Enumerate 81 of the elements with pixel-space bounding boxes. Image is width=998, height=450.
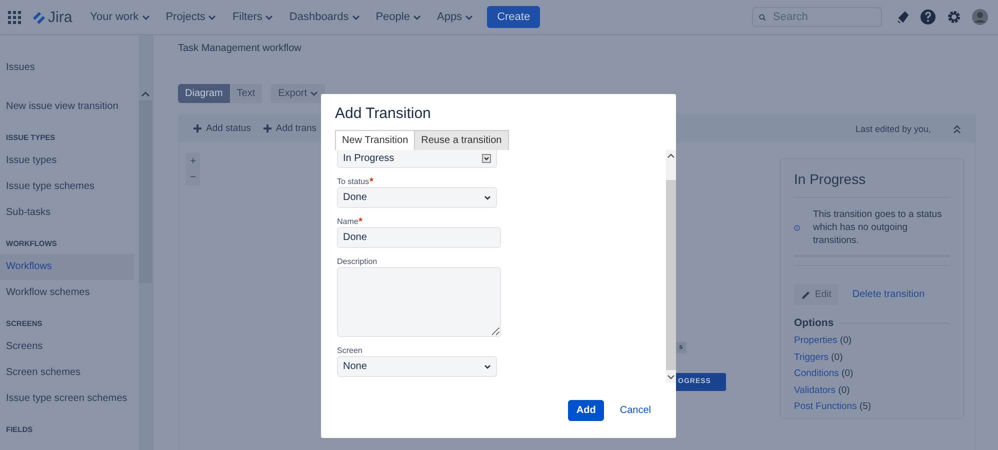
- view-tab[interactable]: Text: [230, 84, 262, 103]
- nav-menu[interactable]: Projects: [158, 6, 224, 28]
- edit-button[interactable]: Edit: [794, 284, 838, 305]
- chevron-down-icon: [465, 14, 474, 20]
- dialog-title: Add Transition: [335, 105, 432, 124]
- option-link[interactable]: Validators: [794, 384, 836, 396]
- chevron-down-icon: [265, 14, 274, 20]
- create-button[interactable]: Create: [487, 6, 540, 28]
- last-edited-text: Last edited by you,: [855, 124, 931, 134]
- sidebar-title[interactable]: Issues: [0, 55, 134, 81]
- option-count: (0): [831, 352, 843, 362]
- plus-icon: [193, 124, 202, 133]
- option-link[interactable]: Conditions: [794, 368, 839, 379]
- sidebar-item[interactable]: Workflows: [0, 254, 134, 280]
- scroll-up-icon: [141, 91, 150, 97]
- view-tab[interactable]: Diagram: [178, 84, 230, 103]
- jira-logo[interactable]: Jira: [31, 8, 72, 26]
- option-link[interactable]: Properties: [794, 335, 838, 346]
- option-count: (0): [842, 368, 854, 379]
- sidebar-item[interactable]: Screens: [0, 334, 134, 360]
- details-title: In Progress: [794, 171, 950, 198]
- dialog-tab[interactable]: New Transition: [335, 130, 414, 150]
- option-count: (0): [840, 335, 852, 346]
- nav-menu[interactable]: Apps: [428, 6, 482, 28]
- collapse-icon: [953, 124, 961, 134]
- select-field[interactable]: None: [337, 356, 497, 377]
- scrollbar[interactable]: [666, 150, 676, 383]
- export-button[interactable]: Export: [271, 84, 326, 103]
- field-label: Description: [337, 257, 378, 266]
- text-field[interactable]: Done: [337, 227, 501, 248]
- scroll-down-icon: [667, 374, 675, 380]
- logo-mark-icon: [31, 10, 45, 24]
- sidebar-item[interactable]: New issue view transition: [0, 94, 134, 120]
- dropdown-icon: [482, 154, 491, 163]
- pencil-icon: [801, 290, 811, 300]
- page-title: Task Management workflow: [178, 43, 302, 55]
- description-field[interactable]: [337, 267, 501, 337]
- option-count: (0): [838, 384, 850, 396]
- option-link[interactable]: Triggers: [794, 352, 828, 362]
- field-label: To status: [337, 177, 370, 186]
- chevron-down-icon: [208, 14, 216, 20]
- select-field[interactable]: Done: [337, 187, 497, 208]
- settings-icon: [946, 9, 962, 25]
- nav-menu[interactable]: Filters: [224, 6, 282, 28]
- field-label: Screen: [337, 346, 362, 355]
- field-label: Name: [337, 217, 358, 226]
- chevron-down-icon: [484, 364, 491, 369]
- cancel-link[interactable]: Cancel: [620, 405, 651, 416]
- nav-menu[interactable]: Dashboards: [281, 6, 368, 28]
- sidebar-item[interactable]: Sub-tasks: [0, 200, 134, 226]
- nav-menu[interactable]: Your work: [82, 6, 158, 28]
- dialog-tab[interactable]: Reuse a transition: [414, 130, 509, 150]
- add-transition-button[interactable]: Add trans: [262, 123, 317, 134]
- status-picker[interactable]: In Progress: [337, 150, 497, 168]
- chevron-down-icon: [310, 90, 318, 97]
- chevron-down-icon: [484, 195, 491, 200]
- chevron-down-icon: [142, 14, 150, 20]
- options-heading: Options: [794, 317, 950, 329]
- info-message: This transition goes to a status which has no outgoing transitions.: [812, 208, 943, 247]
- add-status-button[interactable]: Add status: [193, 123, 251, 134]
- nav-menu[interactable]: People: [368, 6, 429, 28]
- sidebar-item[interactable]: Screen schemes: [0, 360, 134, 386]
- avatar-icon: [972, 9, 988, 25]
- zoom-in-button[interactable]: +: [186, 153, 200, 169]
- chevron-down-icon: [352, 14, 360, 20]
- delete-transition-link[interactable]: Delete transition: [852, 289, 925, 300]
- zoom-out-button[interactable]: −: [186, 169, 200, 185]
- sidebar-item[interactable]: Workflow schemes: [0, 280, 134, 306]
- search-icon: [759, 12, 766, 22]
- chevron-down-icon: [412, 14, 421, 20]
- sidebar-item[interactable]: Issue type screen schemes: [0, 386, 134, 412]
- add-button[interactable]: Add: [568, 400, 604, 421]
- plus-icon: [262, 124, 272, 133]
- scrollbar[interactable]: [139, 35, 152, 450]
- option-count: (5): [859, 401, 872, 412]
- app-grid-icon: [8, 10, 21, 24]
- option-link[interactable]: Post Functions: [794, 401, 857, 412]
- scroll-up-icon: [667, 153, 675, 159]
- help-icon: [920, 9, 936, 25]
- sidebar-item[interactable]: Issue type schemes: [0, 174, 134, 200]
- sidebar-item[interactable]: Issue types: [0, 148, 134, 174]
